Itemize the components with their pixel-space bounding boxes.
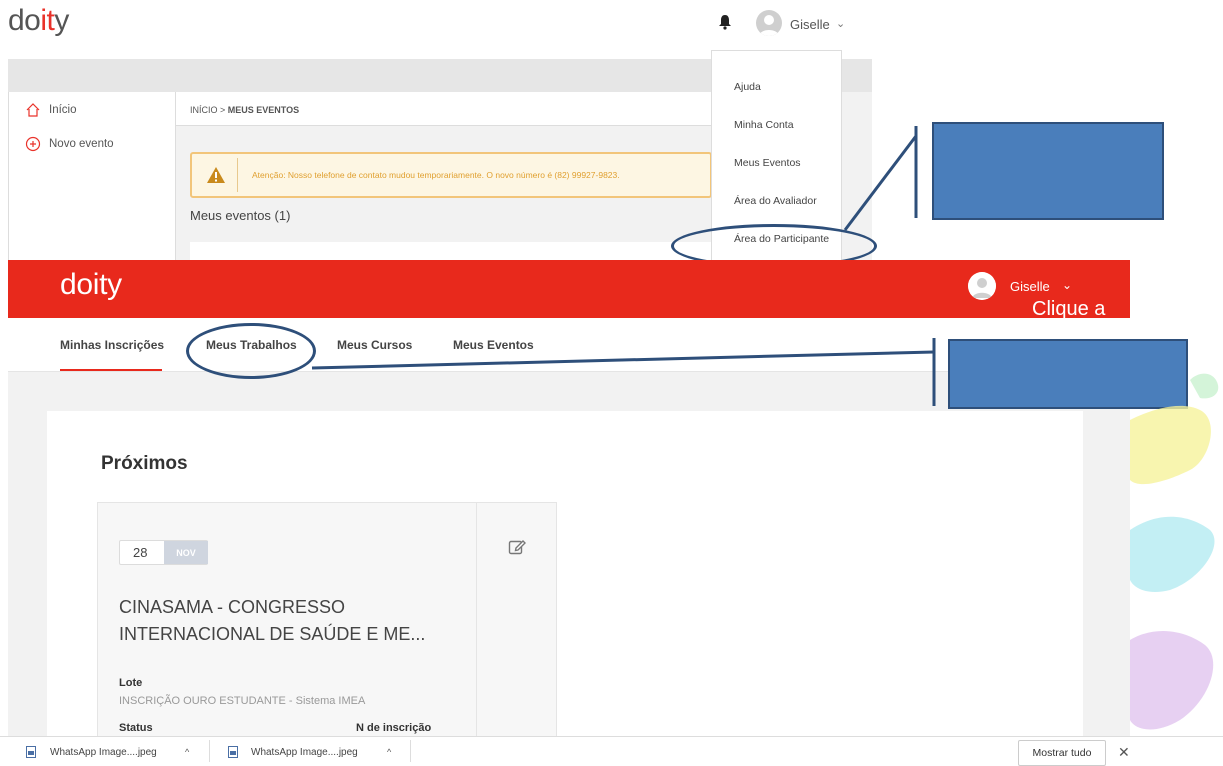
chevron-down-icon[interactable]: ⌄ xyxy=(1062,278,1072,292)
close-icon[interactable]: ✕ xyxy=(1118,744,1130,761)
menu-item-minha-conta[interactable]: Minha Conta xyxy=(734,119,794,131)
sidebar-item-label: Início xyxy=(49,104,77,116)
events-list-card xyxy=(190,242,712,260)
top-logo: doity xyxy=(8,4,69,37)
highlight-ellipse xyxy=(186,323,316,379)
warning-icon xyxy=(207,167,225,183)
plus-circle-icon xyxy=(25,136,41,152)
bell-icon[interactable] xyxy=(718,14,732,30)
logo[interactable]: doity xyxy=(60,268,122,302)
menu-item-area-avaliador[interactable]: Área do Avaliador xyxy=(734,195,817,207)
chevron-up-icon[interactable]: ^ xyxy=(185,747,189,757)
download-item[interactable]: WhatsApp Image....jpeg xyxy=(50,747,157,758)
section-title: Próximos xyxy=(101,453,188,474)
chevron-up-icon[interactable]: ^ xyxy=(387,747,391,757)
lote-value: INSCRIÇÃO OURO ESTUDANTE - Sistema IMEA xyxy=(119,695,366,707)
separator xyxy=(209,740,210,762)
lote-label: Lote xyxy=(119,677,143,689)
avatar[interactable] xyxy=(968,272,996,300)
date-month: NOV xyxy=(164,541,208,564)
annotation-connector xyxy=(843,126,918,231)
tab-minhas-inscricoes[interactable]: Minhas Inscrições xyxy=(60,338,164,352)
alert-text: Atenção: Nosso telefone de contato mudou… xyxy=(252,170,620,180)
menu-item-ajuda[interactable]: Ajuda xyxy=(734,81,761,93)
separator xyxy=(410,740,411,762)
avatar[interactable] xyxy=(756,10,782,36)
download-item[interactable]: WhatsApp Image....jpeg xyxy=(251,747,358,758)
alert-divider xyxy=(237,158,238,192)
annotation-box xyxy=(932,122,1164,220)
inscricao-number-label: N de inscrição xyxy=(356,722,432,734)
user-name[interactable]: Giselle xyxy=(1010,279,1050,294)
annotation-connector xyxy=(311,338,936,406)
show-all-button[interactable]: Mostrar tudo xyxy=(1018,740,1106,766)
menu-item-meus-eventos[interactable]: Meus Eventos xyxy=(734,157,801,169)
file-icon xyxy=(26,746,36,758)
user-name[interactable]: Giselle xyxy=(790,17,830,32)
sidebar-item-inicio[interactable]: Início xyxy=(25,102,77,118)
file-icon xyxy=(228,746,238,758)
sidebar-item-novo-evento[interactable]: Novo evento xyxy=(25,136,114,152)
status-label: Status xyxy=(119,722,153,734)
edit-icon[interactable] xyxy=(508,538,526,556)
sidebar-item-label: Novo evento xyxy=(49,138,114,150)
home-icon xyxy=(26,103,40,117)
overlay-caption: Clique a xyxy=(1032,298,1106,320)
date-day: 28 xyxy=(133,545,148,560)
decorative-figures xyxy=(1130,373,1219,730)
breadcrumb: INÍCIO > MEUS EVENTOS xyxy=(190,105,300,115)
event-title[interactable]: CINASAMA - CONGRESSO INTERNACIONAL DE SA… xyxy=(119,594,459,648)
header-bar xyxy=(8,260,1130,318)
chevron-down-icon[interactable]: ⌄ xyxy=(836,17,845,30)
sidebar: Início Novo evento xyxy=(8,92,176,260)
page-title: Meus eventos (1) xyxy=(190,208,291,223)
active-tab-indicator xyxy=(60,369,162,371)
